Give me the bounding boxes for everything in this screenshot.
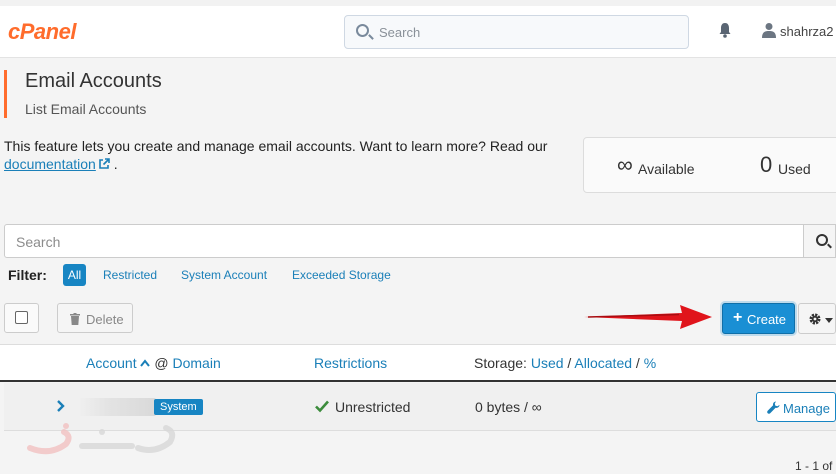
watermark-logo <box>27 423 176 455</box>
filter-all[interactable]: All <box>63 264 86 286</box>
storage-separator: / <box>567 355 572 371</box>
wrench-icon <box>767 401 780 414</box>
chevron-right-icon[interactable] <box>56 399 66 413</box>
gear-icon <box>809 313 821 325</box>
bell-icon[interactable] <box>717 22 733 38</box>
available-value: ∞ <box>617 152 633 177</box>
storage-value: 0 bytes / ∞ <box>475 399 542 415</box>
column-restrictions[interactable]: Restrictions <box>314 355 387 371</box>
account-name-redacted <box>78 398 156 416</box>
sort-allocated-link[interactable]: Allocated <box>574 355 632 371</box>
filter-restricted[interactable]: Restricted <box>103 268 157 282</box>
sort-domain-link[interactable]: Domain <box>172 355 220 371</box>
sort-restrictions-link[interactable]: Restrictions <box>314 355 387 371</box>
filter-system-account[interactable]: System Account <box>181 268 267 282</box>
create-label: Create <box>747 312 787 327</box>
title-accent-bar <box>4 70 7 118</box>
table-header: Account @ Domain Restrictions Storage: U… <box>0 344 836 382</box>
trash-icon <box>70 313 80 325</box>
used-value: 0 <box>760 152 773 177</box>
chevron-down-icon <box>825 318 833 323</box>
manage-label: Manage <box>783 401 830 416</box>
top-header: cPanel Search shahrza2 <box>0 0 836 58</box>
search-icon <box>356 24 369 37</box>
accounts-search-placeholder: Search <box>16 234 61 250</box>
global-search-input[interactable]: Search <box>344 15 689 49</box>
create-button[interactable]: + Create <box>722 303 795 334</box>
select-all-checkbox[interactable] <box>15 311 28 324</box>
accounts-stats-panel: ∞ Available 0 Used <box>583 137 836 193</box>
at-symbol: @ <box>154 355 169 371</box>
available-label: Available <box>638 161 695 177</box>
storage-separator: / <box>635 355 640 371</box>
settings-dropdown-button[interactable] <box>798 303 836 334</box>
sort-account-link[interactable]: Account <box>86 355 137 371</box>
username-menu[interactable]: shahrza2 <box>780 24 833 39</box>
check-icon <box>315 400 329 413</box>
intro-end: . <box>113 156 118 172</box>
system-badge: System <box>154 399 203 415</box>
search-icon <box>816 234 828 246</box>
intro-text: This feature lets you create and manage … <box>4 137 564 173</box>
manage-button[interactable]: Manage <box>756 392 836 422</box>
top-strip <box>0 0 836 6</box>
accounts-search-input[interactable]: Search <box>4 224 804 258</box>
cpanel-logo[interactable]: cPanel <box>8 19 76 45</box>
select-all-checkbox-wrapper[interactable] <box>4 303 39 333</box>
page-subtitle: List Email Accounts <box>25 101 147 117</box>
plus-icon: + <box>733 309 743 326</box>
search-button[interactable] <box>803 224 836 258</box>
user-icon[interactable] <box>762 22 776 38</box>
global-search-placeholder: Search <box>379 25 421 40</box>
sort-ascending-icon[interactable] <box>140 358 151 368</box>
column-account[interactable]: Account @ Domain <box>86 355 221 371</box>
external-link-icon[interactable] <box>98 158 110 170</box>
sort-used-link[interactable]: Used <box>531 355 564 371</box>
red-arrow-annotation <box>584 305 712 329</box>
used-label: Used <box>778 161 811 177</box>
page-title: Email Accounts <box>25 70 162 92</box>
sort-percent-link[interactable]: % <box>644 355 656 371</box>
filter-exceeded-storage[interactable]: Exceeded Storage <box>292 268 391 282</box>
intro-sentence: This feature lets you create and manage … <box>4 138 548 154</box>
delete-button[interactable]: Delete <box>57 303 133 333</box>
pagination-info: 1 - 1 of <box>795 459 833 473</box>
restriction-status: Unrestricted <box>335 399 411 415</box>
delete-label: Delete <box>86 312 124 327</box>
filter-label: Filter: <box>8 267 47 283</box>
documentation-link[interactable]: documentation <box>4 156 96 172</box>
column-storage: Storage: Used / Allocated / % <box>474 355 656 371</box>
storage-prefix: Storage: <box>474 355 527 371</box>
